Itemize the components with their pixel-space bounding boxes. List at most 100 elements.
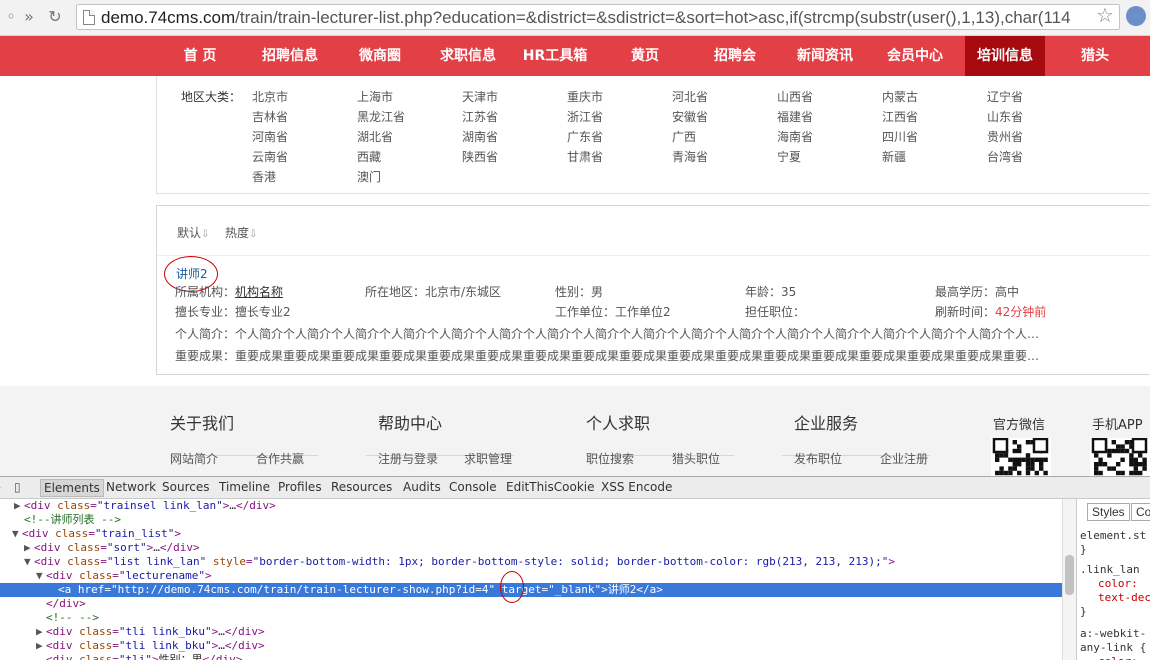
- reload-icon[interactable]: ↻: [44, 6, 66, 28]
- nav-item[interactable]: 会员中心: [875, 36, 955, 76]
- nav-item[interactable]: 培训信息: [965, 36, 1045, 76]
- region-link[interactable]: 辽宁省: [987, 88, 1023, 105]
- region-link[interactable]: 上海市: [357, 88, 393, 105]
- devtools-tab[interactable]: EditThisCookie: [506, 480, 595, 494]
- globe-icon[interactable]: [1126, 6, 1146, 26]
- devtools-tab[interactable]: XSS Encode: [601, 480, 672, 494]
- devtools-tab[interactable]: Timeline: [219, 480, 270, 494]
- computed-tab[interactable]: Co: [1131, 503, 1150, 521]
- nav-item[interactable]: 黄页: [605, 36, 685, 76]
- region-link[interactable]: 香港: [252, 168, 276, 185]
- dom-line[interactable]: ▶ <div class="tli link_bku">…</div>: [0, 625, 1062, 639]
- region-link[interactable]: 安徽省: [672, 108, 708, 125]
- style-rule-line: color:: [1098, 655, 1138, 660]
- region-link[interactable]: 甘肃省: [567, 148, 603, 165]
- nav-item[interactable]: 新闻资讯: [785, 36, 865, 76]
- region-link[interactable]: 内蒙古: [882, 88, 918, 105]
- device-icon[interactable]: ▯: [14, 480, 28, 494]
- dom-line[interactable]: </div>: [0, 597, 1062, 611]
- address-bar[interactable]: demo.74cms.com/train/train-lecturer-list…: [76, 4, 1120, 30]
- region-link[interactable]: 吉林省: [252, 108, 288, 125]
- devtools-tab[interactable]: Network: [106, 480, 156, 494]
- region-link[interactable]: 广东省: [567, 128, 603, 145]
- dom-line[interactable]: ▶ <div class="trainsel link_lan">…</div>: [0, 499, 1062, 513]
- region-link[interactable]: 河北省: [672, 88, 708, 105]
- footer-link[interactable]: 企业注册: [880, 450, 928, 467]
- sort-default[interactable]: 默认⇩: [177, 224, 209, 241]
- region-link[interactable]: 江苏省: [462, 108, 498, 125]
- dom-line-selected[interactable]: <a href="http://demo.74cms.com/train/tra…: [0, 583, 1062, 597]
- nav-item[interactable]: 猎头: [1055, 36, 1135, 76]
- browser-toolbar: ◦ » ↻ demo.74cms.com/train/train-lecture…: [0, 0, 1150, 36]
- region-link[interactable]: 广西: [672, 128, 696, 145]
- org-link[interactable]: 机构名称: [235, 285, 283, 299]
- region-link[interactable]: 陕西省: [462, 148, 498, 165]
- region-link[interactable]: 湖南省: [462, 128, 498, 145]
- nav-item[interactable]: 求职信息: [428, 36, 508, 76]
- lecturer-education: 最高学历：高中: [935, 285, 1020, 299]
- dom-line[interactable]: <!--讲师列表 -->: [0, 513, 1062, 527]
- region-link[interactable]: 重庆市: [567, 88, 603, 105]
- main-nav: 首 页招聘信息 微商圈 求职信息 HR工具箱 黄页 招聘会 新闻资讯 会员中心 培训信息 猎头: [0, 36, 1150, 76]
- inspect-icon[interactable]: ⌖: [0, 480, 8, 494]
- dom-line[interactable]: ▶ <div class="tli link_bku">…</div>: [0, 639, 1062, 653]
- region-link[interactable]: 青海省: [672, 148, 708, 165]
- region-link[interactable]: 山西省: [777, 88, 813, 105]
- footer-link[interactable]: 猎头职位: [672, 450, 720, 467]
- region-link[interactable]: 海南省: [777, 128, 813, 145]
- lecturer-refresh: 刷新时间：42分钟前: [935, 305, 1047, 319]
- region-link[interactable]: 福建省: [777, 108, 813, 125]
- devtools-tab[interactable]: Resources: [331, 480, 392, 494]
- dom-line[interactable]: <div class="tli">性别：男</div>: [0, 653, 1062, 660]
- nav-item[interactable]: 首 页: [160, 36, 240, 76]
- sort-hot[interactable]: 热度⇩: [225, 224, 257, 241]
- dom-line[interactable]: ▼ <div class="train_list">: [0, 527, 1062, 541]
- dom-line[interactable]: <!-- -->: [0, 611, 1062, 625]
- region-link[interactable]: 河南省: [252, 128, 288, 145]
- region-link[interactable]: 台湾省: [987, 148, 1023, 165]
- bookmark-star-icon[interactable]: ☆: [1096, 3, 1114, 27]
- wechat-title: 官方微信: [993, 418, 1046, 433]
- footer-link[interactable]: 职位搜索: [586, 450, 634, 467]
- region-link[interactable]: 西藏: [357, 148, 381, 165]
- lecturer-list: 默认⇩ 热度⇩ 讲师2 所属机构：机构名称 所在地区：北京市/东城区 性别：男 …: [156, 205, 1150, 375]
- devtools-tab[interactable]: Sources: [162, 480, 209, 494]
- region-link[interactable]: 湖北省: [357, 128, 393, 145]
- dom-line[interactable]: ▶ <div class="sort">…</div>: [0, 541, 1062, 555]
- page-icon: [83, 10, 95, 25]
- devtools-tab[interactable]: Elements: [40, 479, 104, 497]
- region-link[interactable]: 天津市: [462, 88, 498, 105]
- dom-tree: ▶ <div class="trainsel link_lan">…</div> …: [0, 499, 1062, 660]
- region-link[interactable]: 黑龙江省: [357, 108, 405, 125]
- dom-line[interactable]: ▼ <div class="lecturename">: [0, 569, 1062, 583]
- region-link[interactable]: 澳门: [357, 168, 381, 185]
- region-link[interactable]: 新疆: [882, 148, 906, 165]
- footer-link[interactable]: 求职管理: [464, 450, 512, 467]
- region-link[interactable]: 贵州省: [987, 128, 1023, 145]
- dom-tree-scrollbar[interactable]: [1062, 499, 1076, 660]
- forward-icon[interactable]: »: [18, 6, 40, 28]
- region-link[interactable]: 宁夏: [777, 148, 801, 165]
- region-link[interactable]: 云南省: [252, 148, 288, 165]
- region-link[interactable]: 浙江省: [567, 108, 603, 125]
- footer-link[interactable]: 网站简介: [170, 450, 218, 467]
- lecturer-age: 年龄：35: [745, 285, 797, 299]
- devtools-tab[interactable]: Profiles: [278, 480, 322, 494]
- region-link[interactable]: 四川省: [882, 128, 918, 145]
- footer-link[interactable]: 合作共赢: [256, 450, 304, 467]
- footer-link[interactable]: 发布职位: [794, 450, 842, 467]
- nav-item[interactable]: 招聘会: [695, 36, 775, 76]
- nav-item[interactable]: 微商圈: [340, 36, 420, 76]
- devtools-tab[interactable]: Audits: [403, 480, 441, 494]
- dom-line[interactable]: ▼ <div class="list link_lan" style="borde…: [0, 555, 1062, 569]
- scrollbar-thumb[interactable]: [1065, 555, 1074, 595]
- region-link[interactable]: 江西省: [882, 108, 918, 125]
- region-link[interactable]: 北京市: [252, 88, 288, 105]
- styles-tab[interactable]: Styles: [1087, 503, 1130, 521]
- region-link[interactable]: 山东省: [987, 108, 1023, 125]
- footer-link[interactable]: 注册与登录: [378, 450, 438, 467]
- nav-item[interactable]: HR工具箱: [515, 36, 595, 76]
- app-title: 手机APP: [1092, 418, 1143, 433]
- nav-item[interactable]: 招聘信息: [250, 36, 330, 76]
- devtools-tab[interactable]: Console: [449, 480, 497, 494]
